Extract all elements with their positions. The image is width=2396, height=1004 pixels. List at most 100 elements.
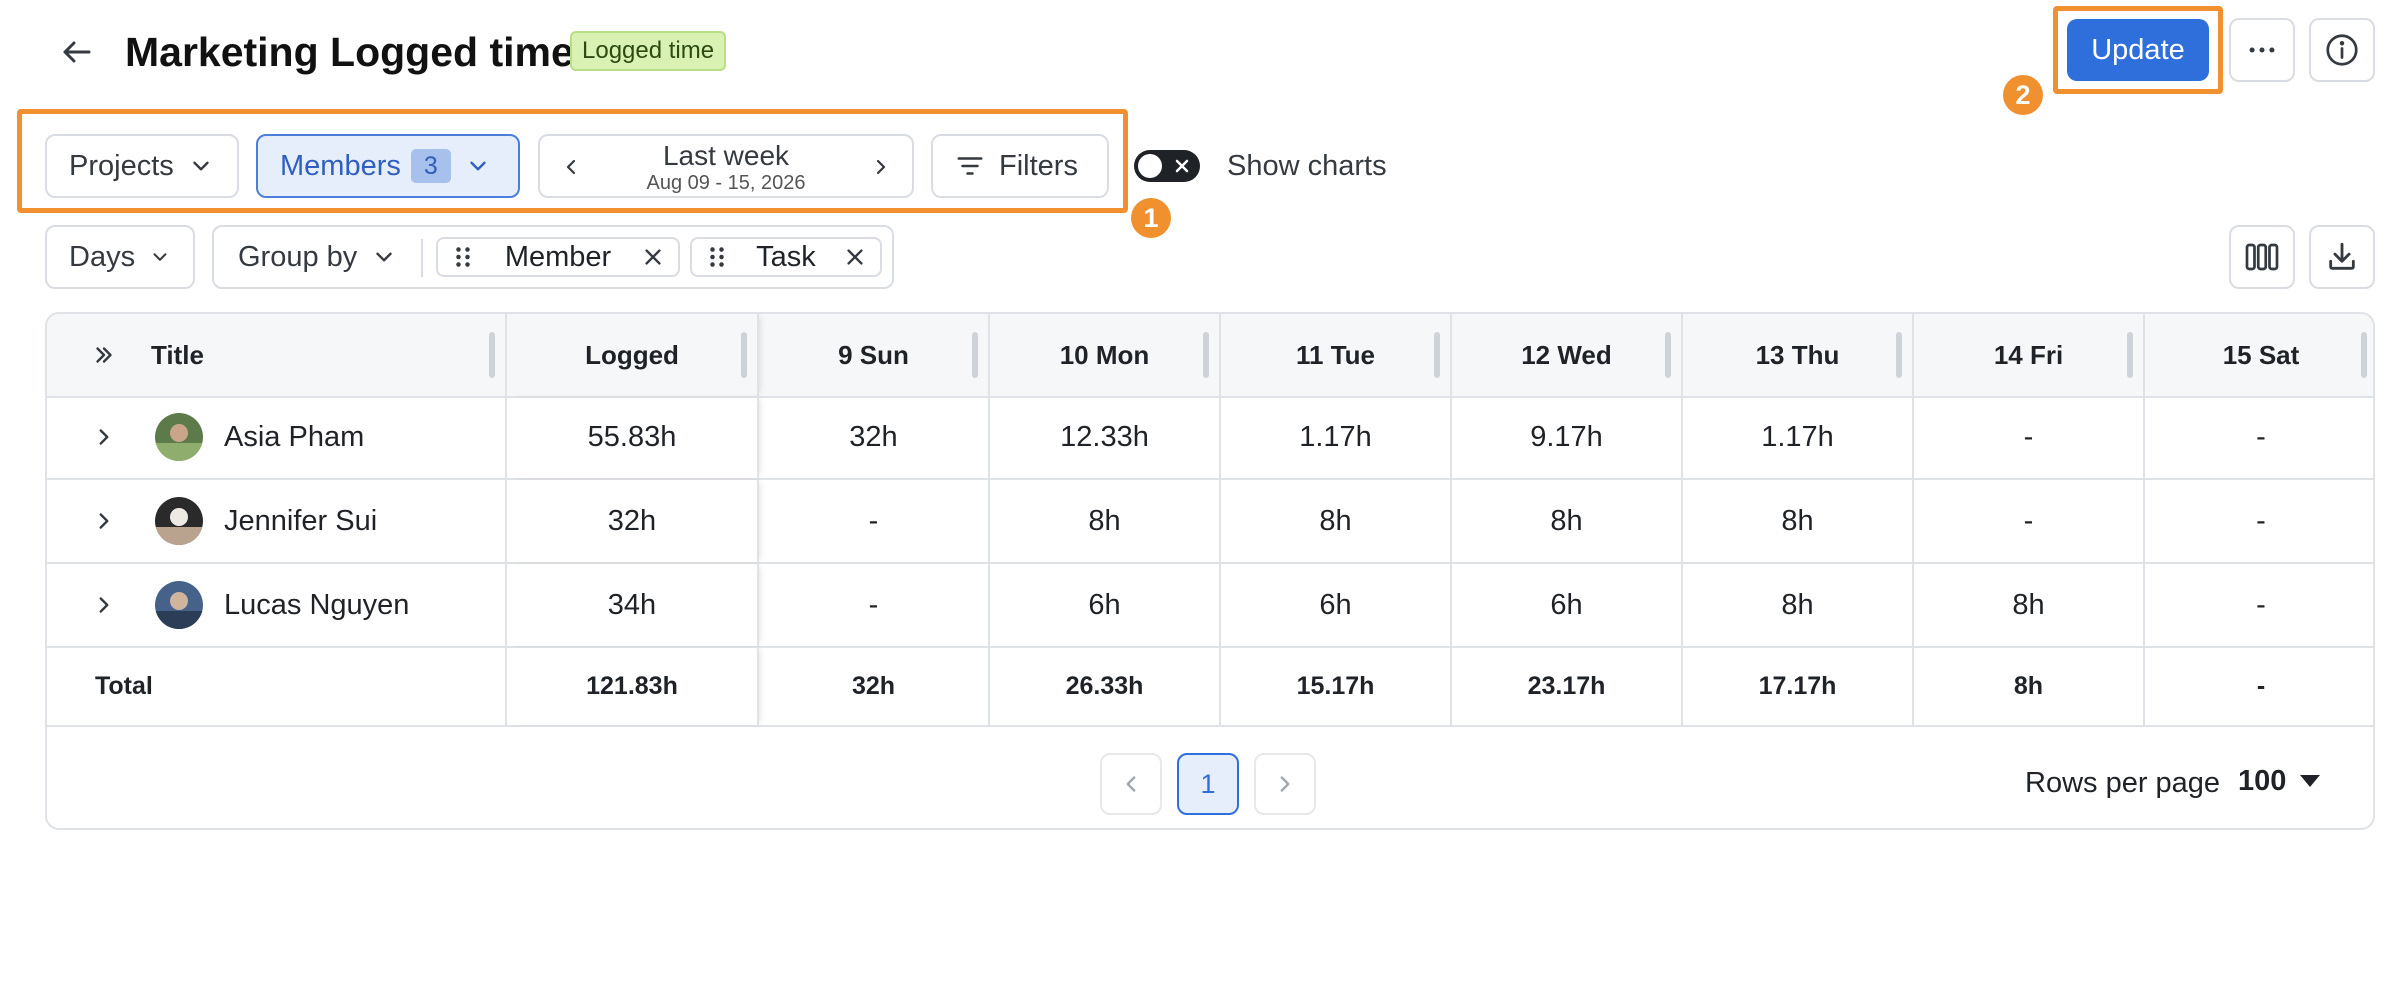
more-options-button[interactable] (2229, 18, 2295, 82)
chevron-left-icon (566, 159, 576, 175)
page-title: Marketing Logged time (125, 29, 574, 75)
column-resize-handle[interactable] (1896, 332, 1902, 378)
next-page-button[interactable] (1254, 753, 1316, 815)
projects-dropdown[interactable]: Projects (45, 134, 239, 198)
day-hours-cell: - (1914, 480, 2145, 562)
chevron-down-icon (376, 252, 392, 262)
remove-chip-icon[interactable] (642, 246, 664, 268)
avatar (155, 581, 203, 629)
group-chip-member[interactable]: Member (436, 237, 680, 277)
next-period-button[interactable] (864, 150, 898, 184)
column-label: Logged (585, 339, 679, 370)
day-hours-cell: 9.17h (1452, 396, 1683, 478)
column-header-day: 11 Tue (1221, 314, 1452, 396)
column-label: Title (151, 339, 204, 370)
update-button[interactable]: Update (2067, 19, 2209, 81)
group-by-divider (421, 239, 423, 277)
rows-per-page-select[interactable]: 100 (2238, 761, 2321, 801)
date-range-picker[interactable]: Last week Aug 09 - 15, 2026 (538, 134, 914, 198)
close-icon (1175, 159, 1189, 173)
day-hours-cell: 6h (1221, 564, 1452, 646)
group-chip-task[interactable]: Task (690, 237, 882, 277)
total-cell: 8h (1914, 647, 2145, 725)
table-row[interactable]: Asia Pham 55.83h 32h 12.33h 1.17h 9.17h 1.17h -… (47, 396, 2373, 480)
info-button[interactable] (2309, 18, 2375, 82)
column-label: 12 Wed (1521, 339, 1612, 370)
column-header-day: 14 Fri (1914, 314, 2145, 396)
table-row[interactable]: Jennifer Sui 32h -8h 8h 8h 8h - - (47, 480, 2373, 564)
chevron-right-icon (99, 429, 109, 445)
chevrons-right-icon (96, 347, 112, 363)
total-cell: 26.33h (990, 647, 1221, 725)
column-label: 14 Fri (1993, 339, 2064, 370)
filter-lines-icon (957, 157, 983, 175)
day-hours-cell: - (1914, 396, 2145, 478)
chevron-right-icon (99, 597, 109, 613)
column-header-day: 12 Wed (1452, 314, 1683, 396)
toggle-knob (1138, 154, 1162, 178)
group-by-control: Group by Member Task (212, 225, 894, 289)
drag-handle-icon[interactable] (706, 245, 728, 269)
day-hours-cell: 12.33h (990, 396, 1221, 478)
members-dropdown[interactable]: Members 3 (256, 134, 520, 198)
column-label: 9 Sun (838, 339, 909, 370)
column-resize-handle[interactable] (489, 332, 495, 378)
column-resize-handle[interactable] (1203, 332, 1209, 378)
download-button[interactable] (2309, 225, 2375, 289)
table-header-row: Title Logged 9 Sun 10 Mon 11 Tue 12 Wed … (47, 314, 2373, 398)
column-resize-handle[interactable] (1665, 332, 1671, 378)
column-header-title: Title (47, 314, 507, 396)
show-charts-toggle[interactable] (1134, 150, 1200, 182)
day-hours-cell: 1.17h (1221, 396, 1452, 478)
day-hours-cell: - (2256, 504, 2266, 537)
day-hours-cell: 8h (1683, 480, 1914, 562)
avatar (155, 497, 203, 545)
column-resize-handle[interactable] (2127, 332, 2133, 378)
chevron-left-icon (1126, 776, 1136, 792)
table-row[interactable]: Lucas Nguyen 34h -6h 6h 6h 8h 8h - (47, 564, 2373, 648)
total-cell: 32h (759, 647, 990, 725)
chevron-down-icon (153, 253, 167, 261)
chevron-right-icon (876, 159, 886, 175)
column-resize-handle[interactable] (2361, 332, 2367, 378)
member-cell: Jennifer Sui (47, 480, 507, 562)
day-hours-cell: 1.17h (1683, 396, 1914, 478)
day-hours-cell: 8h (1452, 480, 1683, 562)
total-label-cell: Total (47, 647, 507, 725)
columns-icon (2245, 243, 2279, 271)
table-total-row: Total 121.83h 32h 26.33h 15.17h 23.17h 1… (47, 647, 2373, 727)
member-cell: Asia Pham (47, 396, 507, 478)
column-header-logged: Logged (507, 314, 759, 396)
previous-period-button[interactable] (554, 150, 588, 184)
chevron-down-icon (470, 161, 486, 171)
column-label: 13 Thu (1755, 339, 1840, 370)
caret-down-icon (2300, 775, 2321, 787)
columns-button[interactable] (2229, 225, 2295, 289)
rows-per-page-label: Rows per page (2025, 767, 2221, 799)
expand-all-button[interactable] (87, 338, 121, 372)
days-label: Days (69, 240, 136, 273)
previous-page-button[interactable] (1100, 753, 1162, 815)
logged-time-table: Title Logged 9 Sun 10 Mon 11 Tue 12 Wed … (45, 312, 2375, 830)
days-dropdown[interactable]: Days (45, 225, 195, 289)
members-count-badge: 3 (410, 149, 451, 183)
report-type-tag: Logged time (570, 31, 727, 71)
expand-row-button[interactable] (87, 420, 121, 454)
group-by-dropdown[interactable]: Group by (238, 227, 397, 287)
more-horizontal-icon (2249, 47, 2275, 53)
column-resize-handle[interactable] (741, 332, 747, 378)
filters-button[interactable]: Filters (931, 134, 1109, 198)
back-button[interactable] (55, 30, 99, 74)
column-resize-handle[interactable] (1434, 332, 1440, 378)
expand-row-button[interactable] (87, 504, 121, 538)
remove-chip-icon[interactable] (844, 246, 866, 268)
avatar (155, 413, 203, 461)
column-resize-handle[interactable] (972, 332, 978, 378)
total-cell: - (2256, 671, 2266, 700)
column-header-day: 10 Mon (990, 314, 1221, 396)
members-label: Members (280, 149, 401, 182)
expand-row-button[interactable] (87, 588, 121, 622)
total-cell: 121.83h (507, 647, 759, 725)
page-button-current[interactable]: 1 (1177, 753, 1239, 815)
drag-handle-icon[interactable] (452, 245, 474, 269)
